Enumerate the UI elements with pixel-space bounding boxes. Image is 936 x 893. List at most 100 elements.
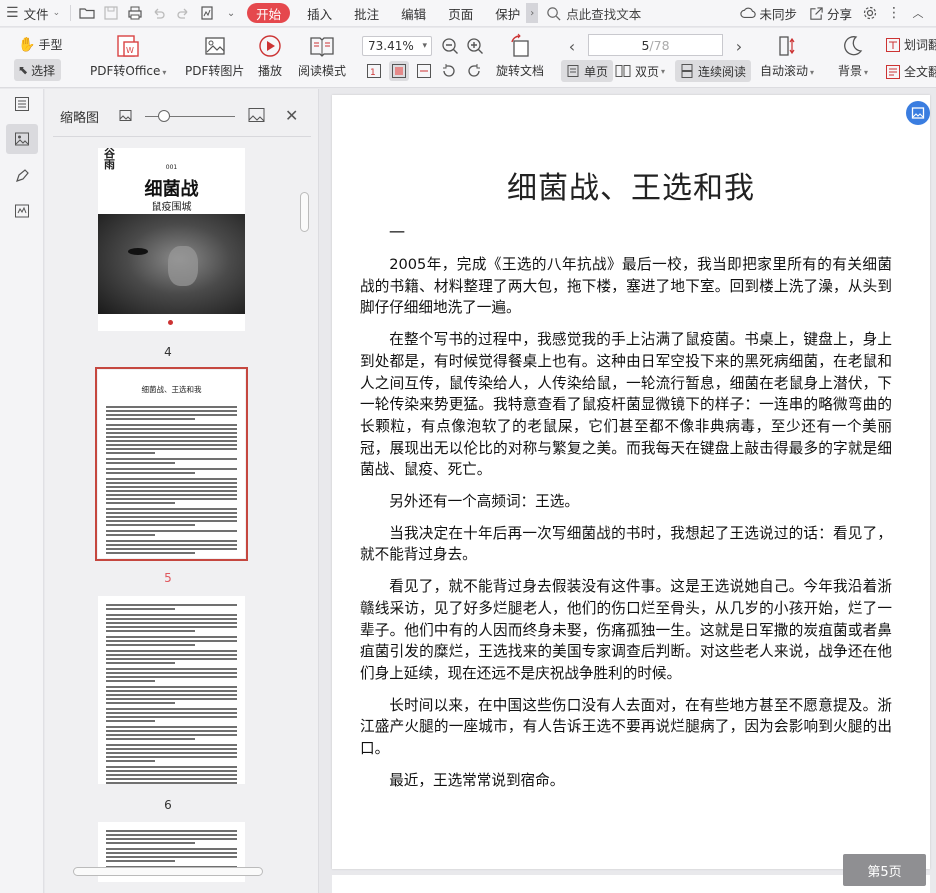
- quick-access-more-button[interactable]: ⌄: [219, 2, 243, 24]
- document-viewer: 细菌战、王选和我 一 2005年，完成《王选的八年抗战》最后一校，我当即把家里所…: [320, 89, 936, 893]
- signature-tab[interactable]: [6, 196, 38, 226]
- full-translate-label: 全文翻: [904, 65, 936, 79]
- fit-page-button[interactable]: [389, 61, 409, 81]
- pdf-to-office-button[interactable]: W PDF转Office ▾: [90, 32, 166, 79]
- scrollbar-thumb[interactable]: [300, 192, 309, 232]
- double-page-button[interactable]: 双页 ▾: [615, 60, 665, 82]
- chevron-down-icon: ▾: [162, 68, 167, 77]
- thumbnail-text-line: [106, 734, 237, 736]
- print-button[interactable]: [123, 2, 147, 24]
- thumbnail-vertical-scrollbar[interactable]: [298, 144, 308, 829]
- thumbnail-text-line: [106, 662, 175, 664]
- word-translate-button[interactable]: 划词翻: [885, 36, 936, 53]
- menu-bar: ☰ 文件 ⌄ ⌄ 开始 插入 批注 编辑 页面 保护 › 点此查找文本 未同步: [0, 0, 936, 27]
- thumbnail-text-line: [106, 834, 237, 836]
- thumbnail-text-line: [106, 458, 237, 460]
- paragraph: 看见了，就不能背过身去假装没有这件事。这是王选说她自己。今年我沿着浙赣线采访，见…: [360, 578, 892, 682]
- thumbnail-text-line: [106, 494, 237, 496]
- search-box[interactable]: 点此查找文本: [538, 0, 642, 26]
- current-page: 5: [641, 37, 650, 53]
- zoom-in-button[interactable]: [465, 36, 485, 56]
- document-body: 2005年，完成《王选的八年抗战》最后一校，我当即把家里所有的有关细菌战的书籍、…: [360, 254, 892, 801]
- thumbnail-text-line: [106, 436, 237, 438]
- thumbnail-text-line: [106, 830, 237, 832]
- thumbnail-page-6[interactable]: [98, 596, 245, 784]
- continuous-read-button[interactable]: 连续阅读: [675, 60, 752, 82]
- continuous-read-label: 连续阅读: [698, 64, 747, 79]
- auto-scroll-button[interactable]: 自动滚动 ▾: [760, 32, 814, 79]
- small-thumbnail-button[interactable]: [119, 109, 132, 125]
- play-button[interactable]: 播放: [257, 32, 283, 79]
- signature-icon: [15, 204, 29, 218]
- thumbnail-text-line: [106, 738, 195, 740]
- zoom-select[interactable]: 73.41% ▾: [362, 36, 432, 56]
- sync-button[interactable]: 未同步: [734, 4, 803, 23]
- tab-annotate[interactable]: 批注: [343, 0, 390, 26]
- next-page-button[interactable]: ›: [729, 36, 749, 56]
- read-mode-button[interactable]: 阅读模式: [298, 32, 346, 79]
- thumbnail-text-line: [106, 622, 237, 624]
- rotate-left-button[interactable]: [439, 61, 459, 81]
- thumbnail-text-line: [106, 512, 237, 514]
- undo-button[interactable]: [147, 2, 171, 24]
- floating-tool-button[interactable]: [906, 101, 930, 125]
- thumbnail-page-4[interactable]: 谷雨 001 细菌战 鼠疫围城: [98, 148, 245, 331]
- thumbnails-tab[interactable]: [6, 124, 38, 154]
- thumbnail-text-line: [106, 650, 237, 652]
- chevron-down-icon: ▾: [422, 41, 427, 51]
- settings-button[interactable]: [858, 2, 882, 24]
- single-page-button[interactable]: 单页: [561, 60, 614, 82]
- slider-handle[interactable]: [158, 110, 170, 122]
- background-button[interactable]: 背景 ▾: [838, 32, 868, 79]
- select-tool-label: 选择: [31, 63, 56, 78]
- thumbnail-text-line: [106, 406, 237, 408]
- thumbnail-text-line: [106, 774, 237, 776]
- tab-edit[interactable]: 编辑: [390, 0, 437, 26]
- full-translate-button[interactable]: 全文翻: [885, 63, 936, 80]
- collapse-ribbon-button[interactable]: ︿: [906, 2, 930, 24]
- hand-tool-button[interactable]: ✋ 手型: [18, 36, 62, 53]
- fit-width-button[interactable]: [414, 61, 434, 81]
- tab-start[interactable]: 开始: [247, 3, 291, 23]
- cursor-icon: ⬉: [18, 63, 29, 77]
- fit-width-icon: [417, 64, 431, 78]
- zoom-value: 73.41%: [368, 39, 414, 53]
- close-panel-button[interactable]: ✕: [285, 106, 298, 125]
- save-button[interactable]: [99, 2, 123, 24]
- single-page-icon: [567, 65, 579, 77]
- rotate-right-button[interactable]: [464, 61, 484, 81]
- document-title: 细菌战、王选和我: [507, 171, 755, 206]
- edit-pdf-button[interactable]: [195, 2, 219, 24]
- bookmarks-tab[interactable]: [6, 89, 38, 119]
- paragraph: 当我决定在十年后再一次写细菌战的书时，我想起了王选说过的话：看见了，就不能背过身…: [360, 524, 892, 564]
- rotate-document-button[interactable]: 旋转文档: [496, 32, 544, 79]
- thumbnail-page-5[interactable]: 细菌战、王选和我: [95, 367, 248, 561]
- open-folder-button[interactable]: [75, 2, 99, 24]
- redo-button[interactable]: [171, 2, 195, 24]
- document-scrollbar[interactable]: [930, 89, 936, 893]
- thumbnail-text-line: [106, 770, 237, 772]
- tab-protect[interactable]: 保护: [484, 0, 524, 26]
- actual-size-button[interactable]: 1: [364, 61, 384, 81]
- previous-page-button[interactable]: ‹: [562, 36, 582, 56]
- share-button[interactable]: 分享: [803, 4, 858, 23]
- annotations-tab[interactable]: [6, 161, 38, 191]
- select-tool-button[interactable]: ⬉ 选择: [14, 59, 62, 81]
- thumbnail-horizontal-scrollbar[interactable]: [73, 867, 263, 876]
- tab-page[interactable]: 页面: [437, 0, 484, 26]
- thumbnail-text-line: [106, 730, 237, 732]
- tab-insert[interactable]: 插入: [296, 0, 343, 26]
- thumbnail-text-line: [106, 680, 155, 682]
- zoom-out-button[interactable]: [440, 36, 460, 56]
- more-options-button[interactable]: ⋮: [882, 2, 906, 24]
- cover-subtitle: 鼠疫围城: [151, 202, 192, 213]
- hamburger-menu-button[interactable]: ☰ 文件 ⌄: [0, 0, 66, 26]
- pdf-to-image-button[interactable]: PDF转图片: [185, 32, 244, 79]
- search-placeholder: 点此查找文本: [566, 6, 642, 22]
- more-tabs-button[interactable]: ›: [526, 3, 539, 23]
- thumbnail-text-lines: [98, 604, 245, 784]
- page-number-input[interactable]: 5/78: [588, 34, 723, 56]
- large-thumbnail-button[interactable]: [248, 107, 265, 126]
- thumbnail-text-line: [106, 778, 237, 780]
- thumbnail-text-line: [106, 640, 237, 642]
